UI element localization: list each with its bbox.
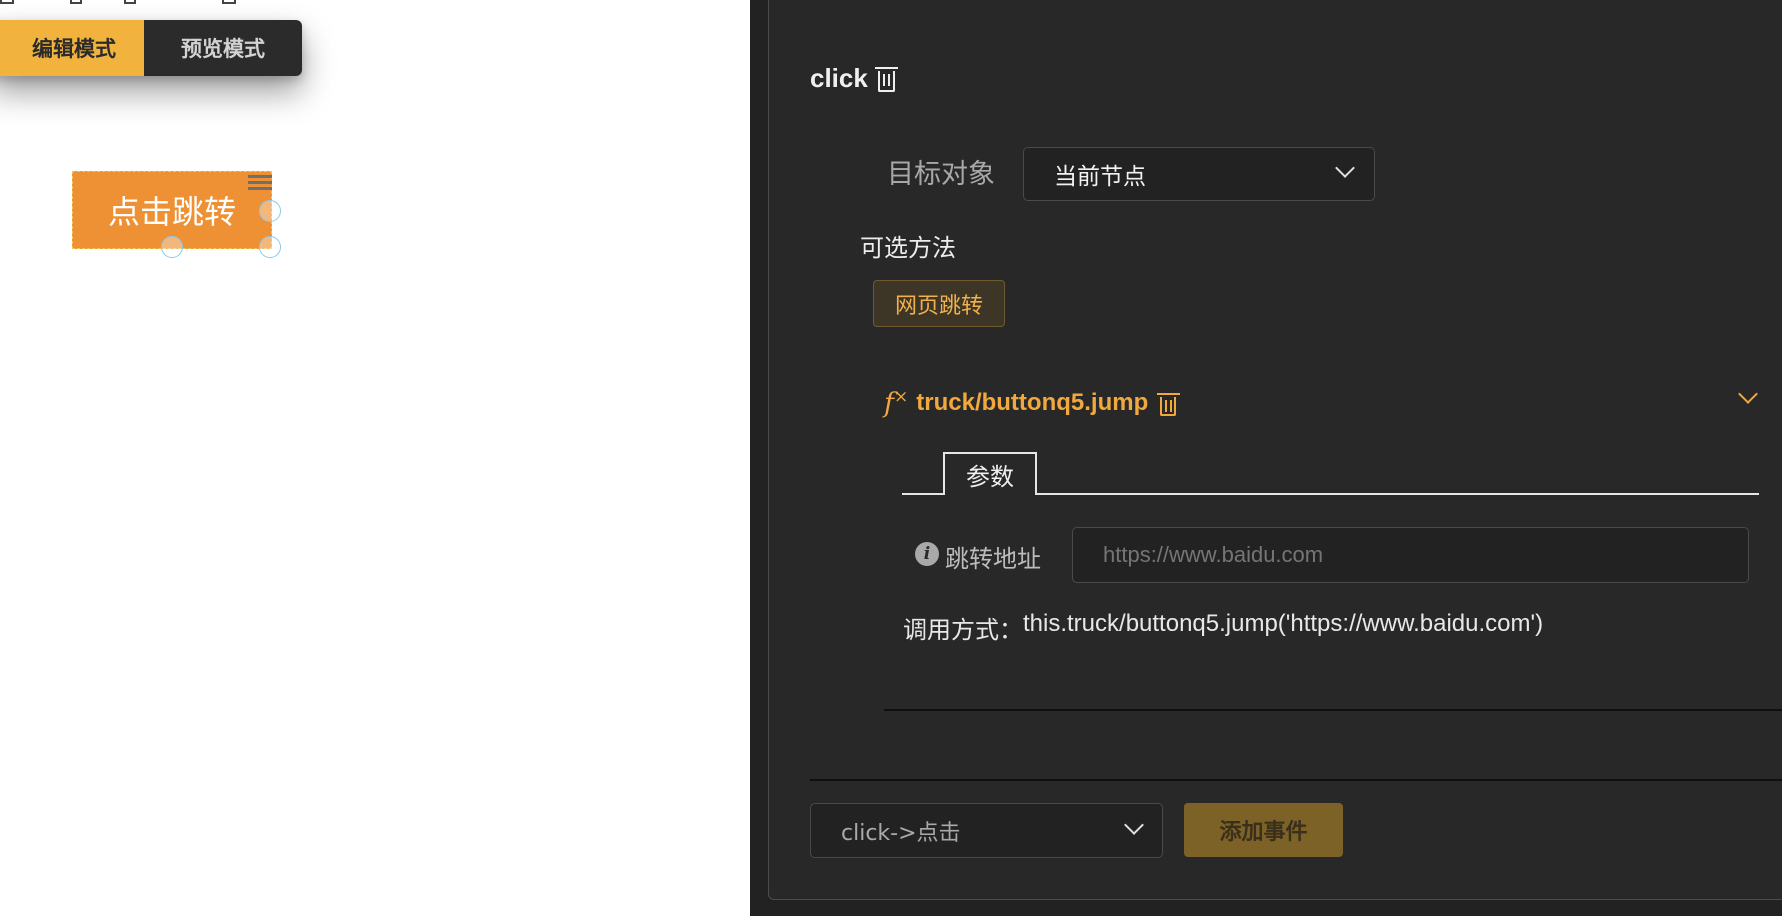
delete-event-trash-icon[interactable] (874, 67, 898, 92)
target-object-select[interactable]: 当前节点 (1023, 147, 1375, 201)
function-header: f× truck/buttonq5.jump (884, 387, 1181, 419)
design-canvas[interactable]: 编辑模式 预览模式 点击跳转 (0, 0, 750, 916)
properties-panel: click 目标对象 当前节点 可选方法 网页跳转 f× truck/butto… (750, 0, 1782, 916)
jump-url-input[interactable] (1072, 527, 1749, 583)
mode-switch: 编辑模式 预览模式 (0, 20, 302, 76)
tab-params[interactable]: 参数 (943, 452, 1037, 495)
toolbar-stub (0, 0, 14, 4)
function-icon: f× (884, 387, 909, 419)
footer-divider (810, 779, 1782, 781)
drag-handle-icon[interactable] (248, 175, 272, 197)
chevron-down-icon (1124, 815, 1144, 835)
event-name-label: click (810, 63, 868, 93)
jump-url-label: 跳转地址 (945, 545, 1041, 573)
edit-mode-button[interactable]: 编辑模式 (0, 20, 144, 76)
chevron-down-icon (1335, 158, 1355, 178)
event-type-value: click->点击 (841, 820, 961, 846)
collapse-chevron-icon[interactable] (1738, 384, 1758, 404)
target-object-value: 当前节点 (1054, 164, 1146, 190)
toolbar-stub (124, 0, 136, 4)
resize-handle-right[interactable] (259, 200, 281, 222)
canvas-button-label: 点击跳转 (107, 193, 236, 231)
toolbar-stub (222, 0, 236, 4)
resize-handle-corner[interactable] (259, 236, 281, 258)
event-config-panel: click 目标对象 当前节点 可选方法 网页跳转 f× truck/butto… (768, 0, 1782, 900)
toolbar-stub (70, 0, 82, 4)
method-tag-label: 网页跳转 (894, 293, 983, 319)
target-object-label: 目标对象 (887, 159, 995, 190)
event-type-select[interactable]: click->点击 (810, 803, 1163, 858)
add-event-button[interactable]: 添加事件 (1184, 803, 1343, 857)
function-name: truck/buttonq5.jump (916, 389, 1149, 416)
call-method-code: this.truck/buttonq5.jump('https://www.ba… (1023, 610, 1544, 637)
preview-mode-button[interactable]: 预览模式 (144, 20, 302, 76)
event-header: click (810, 63, 898, 94)
delete-function-trash-icon[interactable] (1157, 392, 1181, 416)
function-divider (884, 709, 1782, 711)
method-tag-web-jump[interactable]: 网页跳转 (873, 280, 1005, 327)
info-icon: i (915, 542, 939, 566)
call-method-row: 调用方式： this.truck/buttonq5.jump('https://… (903, 610, 1543, 645)
tab-params-label: 参数 (966, 463, 1014, 491)
call-method-label: 调用方式： (903, 616, 1023, 644)
resize-handle-bottom[interactable] (161, 236, 183, 258)
available-methods-label: 可选方法 (860, 234, 956, 262)
